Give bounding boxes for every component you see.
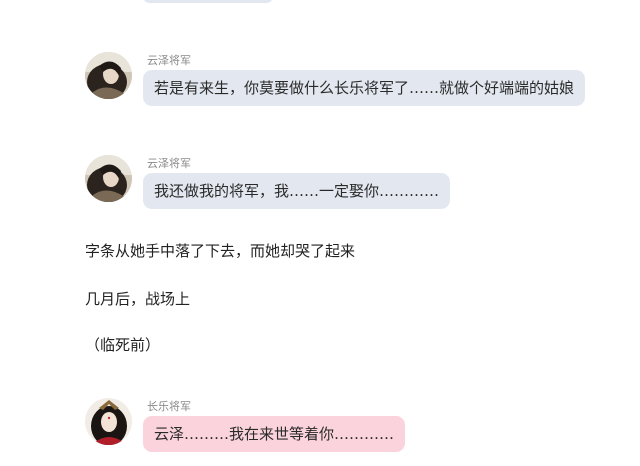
narration-text: 几月后，战场上: [85, 290, 191, 308]
message-bubble[interactable]: 云泽………我在来世等着你…………: [143, 416, 406, 452]
female-general-avatar-icon[interactable]: [85, 398, 132, 445]
sender-name: 长乐将军: [147, 400, 191, 413]
narration-text: 字条从她手中落了下去，而她却哭了起来: [85, 242, 356, 260]
message-bubble[interactable]: 我还做我的将军，我……一定娶你…………: [143, 173, 451, 209]
narration-text: （临死前）: [85, 336, 161, 354]
previous-message-bubble: [143, 0, 273, 3]
sender-name: 云泽将军: [147, 54, 191, 67]
sender-name: 云泽将军: [147, 157, 191, 170]
message-bubble[interactable]: 若是有来生，你莫要做什么长乐将军了……就做个好端端的姑娘: [143, 70, 586, 106]
male-general-avatar-icon[interactable]: [85, 52, 132, 99]
male-general-avatar-icon[interactable]: [85, 155, 132, 202]
